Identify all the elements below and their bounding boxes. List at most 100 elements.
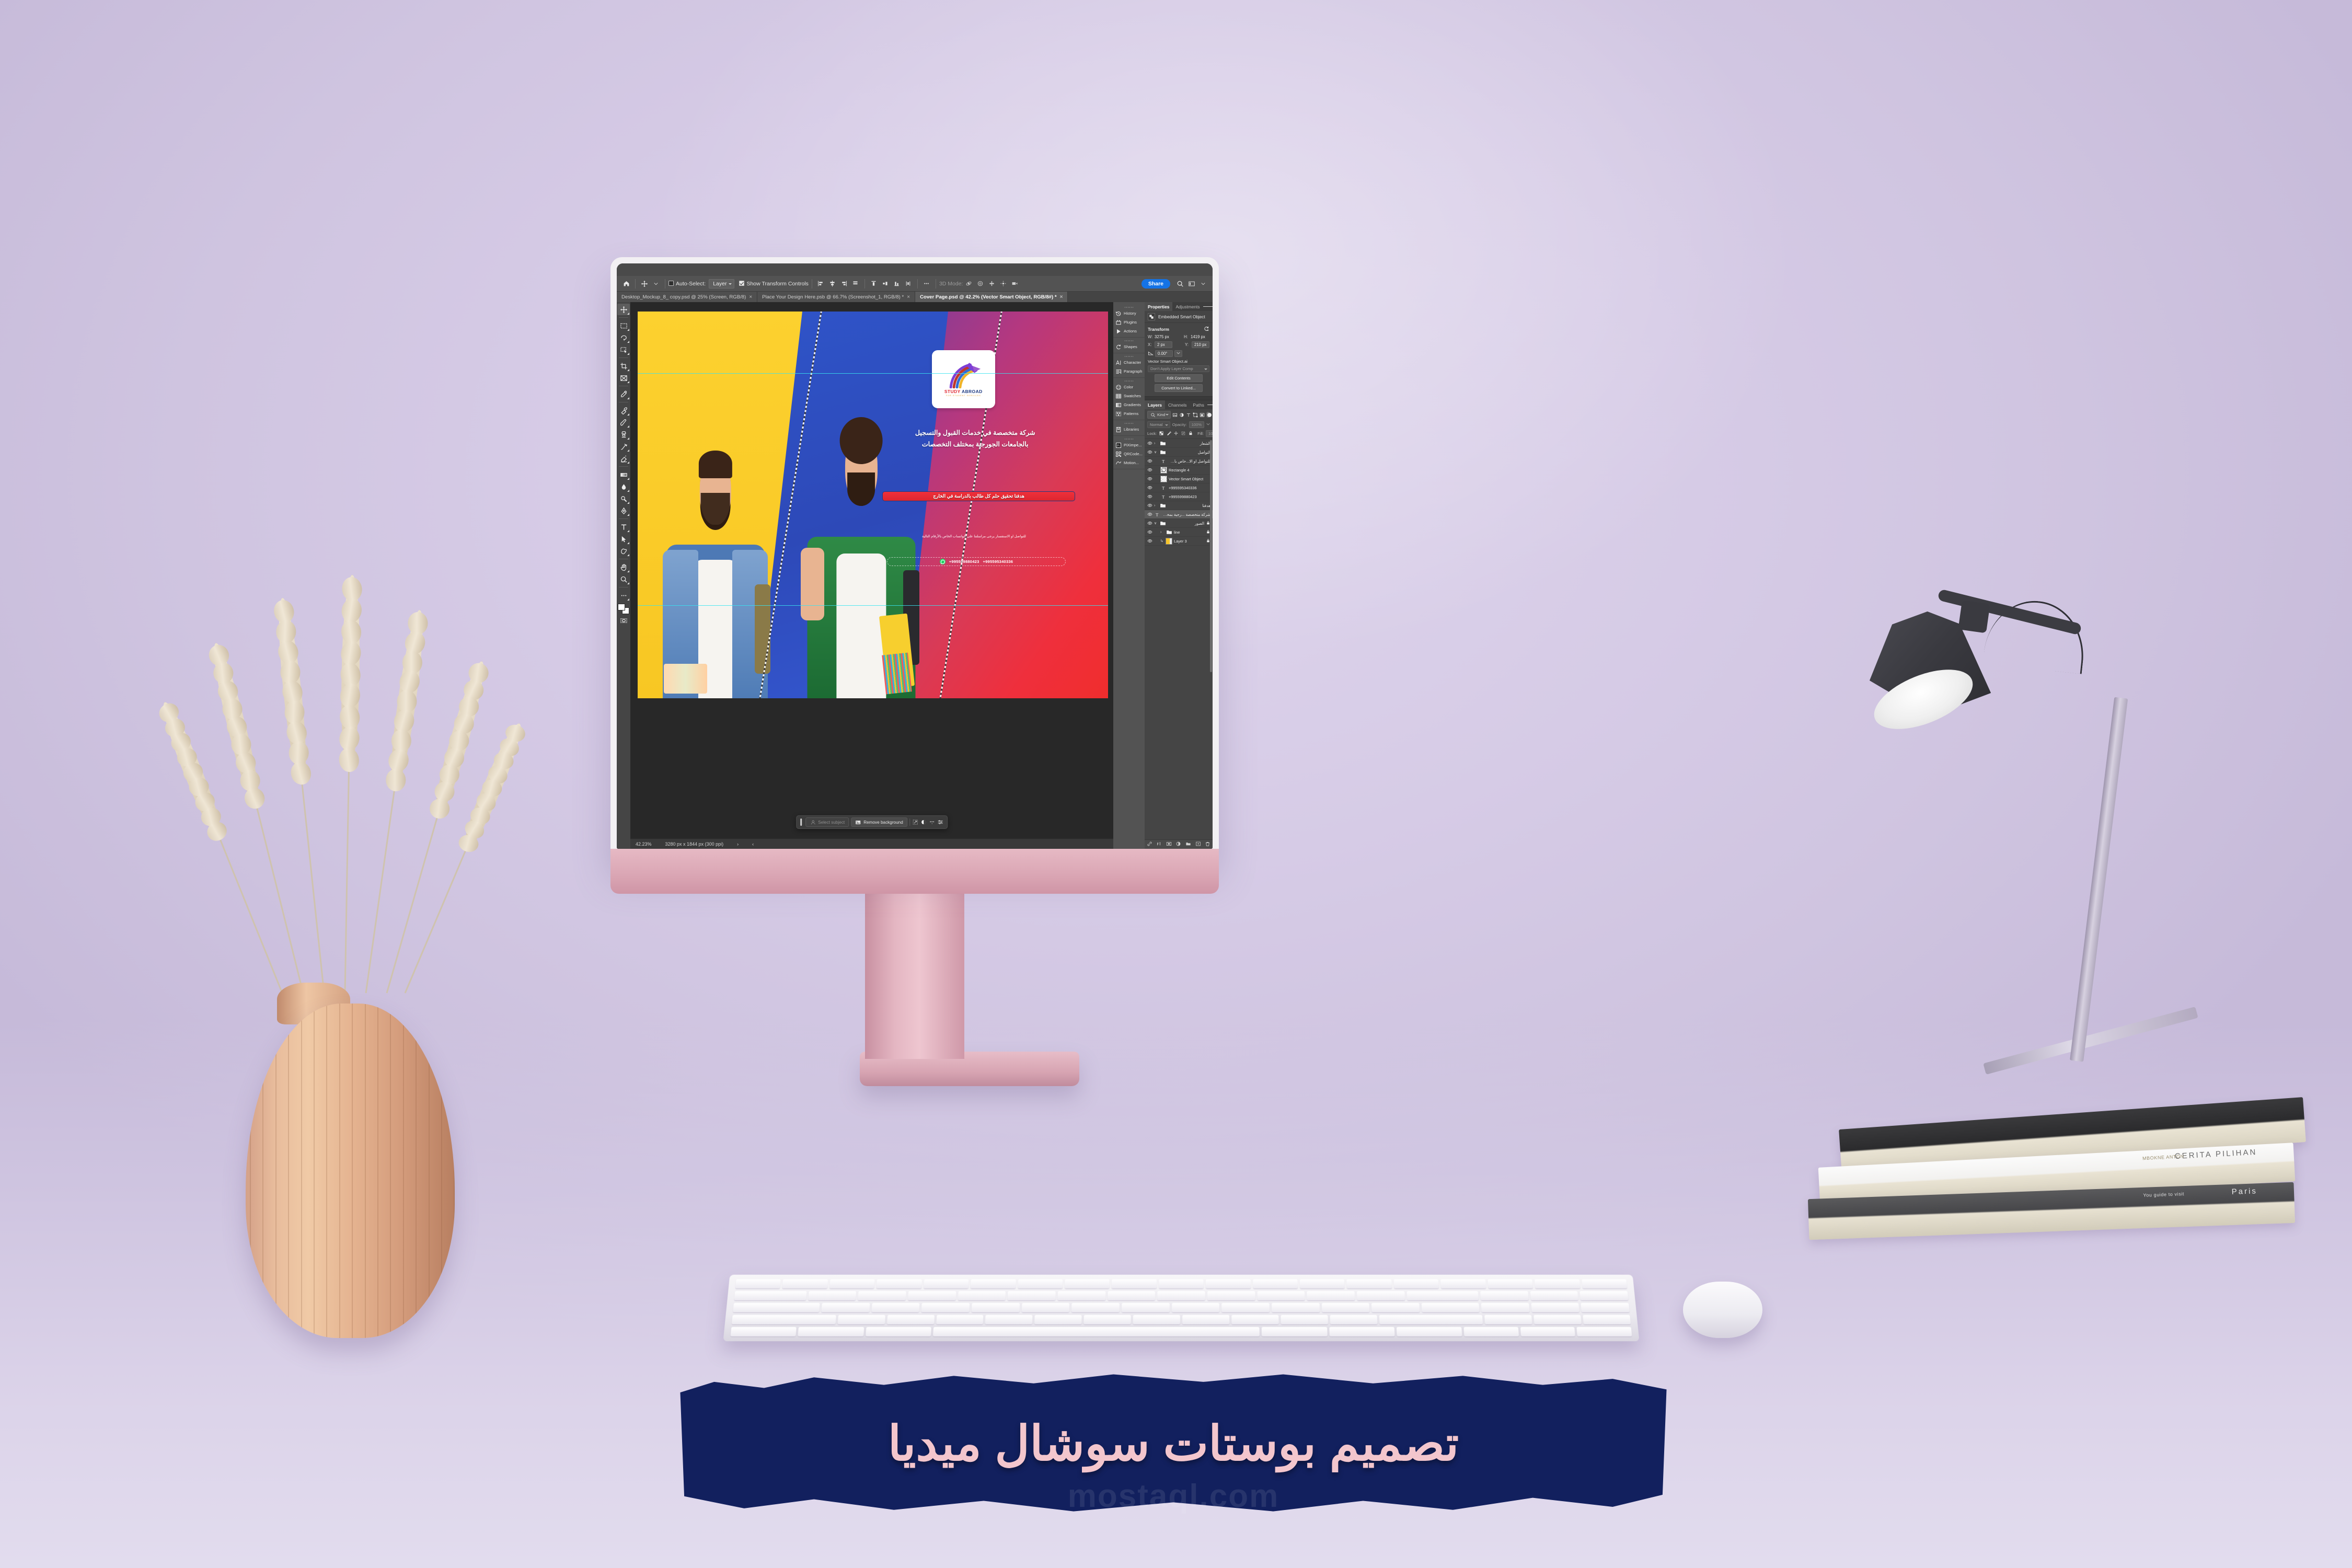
keyboard-key[interactable]	[1157, 1291, 1205, 1301]
adjustment-layer-icon[interactable]	[920, 819, 927, 825]
y-input[interactable]: 210 px	[1192, 341, 1209, 348]
document-tab-2[interactable]: Cover Page.psd @ 42.2% (Vector Smart Obj…	[915, 292, 1068, 302]
keyboard-key[interactable]	[1021, 1303, 1070, 1312]
layer-visibility-eye-icon[interactable]	[1147, 529, 1152, 535]
keyboard-key[interactable]	[733, 1303, 820, 1312]
chevron-down-icon[interactable]: ∨	[1154, 521, 1158, 525]
keyboard-key[interactable]	[734, 1291, 807, 1301]
keyboard-key[interactable]	[1379, 1315, 1483, 1324]
properties-panel-tabs[interactable]: Properties Adjustments	[1145, 302, 1213, 311]
panel-rail-item-motion[interactable]: Motion...	[1113, 458, 1145, 467]
remove-background-button[interactable]: Remove background	[851, 817, 907, 827]
angle-dropdown[interactable]	[1174, 350, 1182, 357]
ellipsis-icon[interactable]	[921, 278, 932, 290]
tab-channels[interactable]: Channels	[1165, 400, 1190, 409]
blur-tool-icon[interactable]	[617, 481, 630, 492]
spot-healing-brush-tool-icon[interactable]	[617, 405, 630, 416]
panel-rail-item-color[interactable]: Color	[1113, 383, 1145, 391]
keyboard-key[interactable]	[837, 1315, 885, 1324]
opacity-stepper-icon[interactable]	[1206, 422, 1210, 427]
transform-selection-icon[interactable]	[912, 819, 918, 825]
keyboard-key[interactable]	[1530, 1291, 1579, 1301]
fill-value[interactable]: 100%	[1205, 430, 1213, 437]
hand-tool-icon[interactable]	[617, 561, 630, 573]
layer-visibility-eye-icon[interactable]	[1147, 494, 1152, 499]
shape-filter-icon[interactable]	[1193, 412, 1198, 418]
align-horizontal-centers-icon[interactable]	[827, 278, 838, 290]
show-transform-controls-label[interactable]: Show Transform Controls	[739, 280, 809, 287]
keyboard-key[interactable]	[1221, 1303, 1270, 1312]
panel-rail-item-libraries[interactable]: Libraries	[1113, 425, 1145, 434]
layer-visibility-eye-icon[interactable]	[1147, 441, 1152, 446]
keyboard[interactable]	[723, 1274, 1640, 1342]
close-icon[interactable]: ×	[1060, 294, 1063, 300]
object-selection-tool-icon[interactable]	[617, 344, 630, 355]
keyboard-key[interactable]	[730, 1327, 797, 1337]
panel-rail-item-qrcode[interactable]: QRCode...	[1113, 449, 1145, 458]
panel-splitter[interactable]	[1145, 396, 1213, 400]
keyboard-key[interactable]	[1299, 1279, 1345, 1289]
layers-panel-tabs[interactable]: Layers Channels Paths	[1145, 400, 1213, 409]
keyboard-key[interactable]	[1576, 1327, 1632, 1337]
panel-rail-item-patterns[interactable]: Patterns	[1113, 409, 1145, 418]
layer-mask-icon[interactable]	[1166, 841, 1172, 848]
keyboard-key[interactable]	[1321, 1303, 1370, 1312]
keyboard-key[interactable]	[1406, 1291, 1479, 1301]
layer-visibility-eye-icon[interactable]	[1147, 521, 1152, 526]
keyboard-key[interactable]	[1034, 1315, 1082, 1324]
keyboard-key[interactable]	[871, 1303, 920, 1312]
search-icon[interactable]	[1174, 278, 1186, 290]
tab-properties[interactable]: Properties	[1145, 302, 1173, 311]
keyboard-key[interactable]	[985, 1315, 1033, 1324]
keyboard-key[interactable]	[1107, 1291, 1156, 1301]
x-input[interactable]: 2 px	[1155, 341, 1172, 348]
keyboard-key[interactable]	[1329, 1327, 1395, 1337]
keyboard-key[interactable]	[958, 1291, 1006, 1301]
layer-visibility-eye-icon[interactable]	[1147, 458, 1152, 464]
chevron-down-icon[interactable]	[1197, 278, 1209, 290]
panel-icon-rail[interactable]: History Plugins Actions Shapes Character Para…	[1113, 302, 1145, 849]
color-swatches[interactable]	[618, 604, 629, 614]
align-right-edges-icon[interactable]	[838, 278, 850, 290]
workspace-switcher-icon[interactable]	[1186, 278, 1197, 290]
blend-mode-dropdown[interactable]: Normal	[1147, 421, 1170, 428]
panel-rail-item-history[interactable]: History	[1113, 309, 1145, 318]
layer-visibility-eye-icon[interactable]	[1147, 485, 1152, 490]
type-tool-icon[interactable]	[617, 521, 630, 533]
layer-filter-kind-dropdown[interactable]: Kind	[1147, 411, 1171, 419]
keyboard-key[interactable]	[932, 1327, 1260, 1337]
layer-row[interactable]: T شركة متخصصة ...رجية بمختلف	[1145, 510, 1213, 519]
keyboard-key[interactable]	[1231, 1315, 1279, 1324]
layer-style-fx-icon[interactable]	[1156, 841, 1162, 848]
lock-position-icon[interactable]	[1173, 431, 1179, 437]
layers-scrollbar[interactable]	[1210, 440, 1212, 673]
keyboard-key[interactable]	[1252, 1279, 1298, 1289]
layer-row[interactable]: › هدفنا	[1145, 501, 1213, 510]
layer-row[interactable]: Rectangle 4	[1145, 466, 1213, 475]
pixel-filter-icon[interactable]	[1172, 412, 1178, 418]
frame-tool-icon[interactable]	[617, 372, 630, 384]
close-icon[interactable]: ×	[907, 294, 910, 300]
layers-footer[interactable]	[1145, 839, 1213, 849]
layer-visibility-eye-icon[interactable]	[1147, 503, 1152, 508]
keyboard-key[interactable]	[1581, 1303, 1630, 1312]
layer-row[interactable]: ↳ Layer 3	[1145, 537, 1213, 546]
image-layer-thumbnail[interactable]	[1166, 537, 1172, 545]
keyboard-key[interactable]	[1463, 1327, 1519, 1337]
reset-icon[interactable]	[1204, 326, 1209, 332]
keyboard-key[interactable]	[731, 1315, 836, 1324]
keyboard-key[interactable]	[923, 1279, 969, 1289]
orbit-3d-icon[interactable]	[963, 278, 974, 290]
crop-tool-icon[interactable]	[617, 360, 630, 372]
edit-contents-button[interactable]: Edit Contents	[1154, 374, 1203, 382]
zoom-level[interactable]: 42.23%	[636, 841, 652, 847]
distribute-top-icon[interactable]	[868, 278, 880, 290]
slide-3d-icon[interactable]	[997, 278, 1009, 290]
keyboard-key[interactable]	[1182, 1315, 1230, 1324]
keyboard-key[interactable]	[1534, 1279, 1581, 1289]
distribute-vertical-centers-icon[interactable]	[880, 278, 891, 290]
convert-to-linked-button[interactable]: Convert to Linked...	[1154, 384, 1203, 392]
keyboard-key[interactable]	[1421, 1303, 1480, 1312]
distribute-bottom-icon[interactable]	[891, 278, 903, 290]
eyedropper-tool-icon[interactable]	[617, 388, 630, 400]
